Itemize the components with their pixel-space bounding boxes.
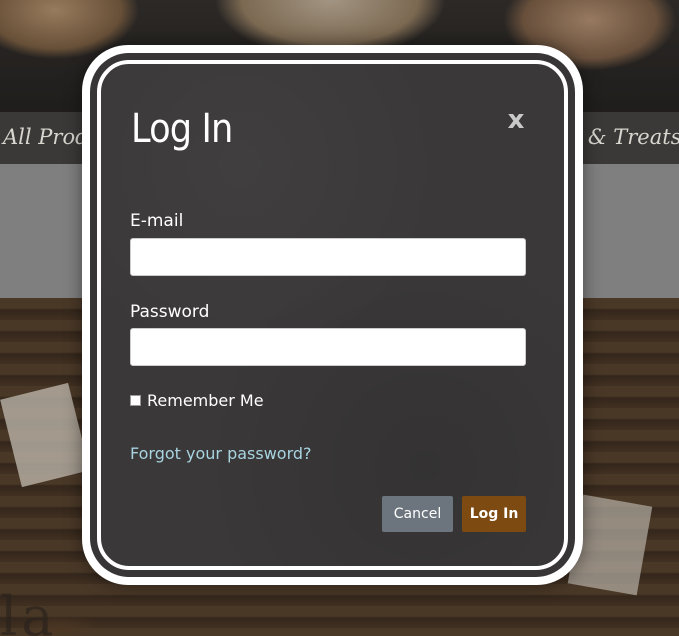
password-label: Password	[130, 302, 210, 322]
photo-lettering: la	[0, 585, 58, 636]
login-button[interactable]: Log In	[462, 496, 526, 532]
remember-me-checkbox[interactable]	[130, 395, 141, 406]
login-modal: Log In x E-mail Password Remember Me For…	[82, 45, 583, 585]
remember-me[interactable]: Remember Me	[130, 391, 264, 410]
close-icon: x	[507, 105, 525, 135]
close-button[interactable]: x	[504, 106, 528, 134]
email-label: E-mail	[130, 211, 184, 231]
email-field[interactable]	[130, 238, 526, 276]
modal-title: Log In	[131, 106, 233, 152]
forgot-password-link[interactable]: Forgot your password?	[130, 444, 312, 463]
cancel-button[interactable]: Cancel	[382, 496, 453, 532]
page: All Produc ts & Treats la Log In x E-mai…	[0, 0, 679, 636]
modal-body: Log In x E-mail Password Remember Me For…	[97, 60, 568, 570]
modal-frame: Log In x E-mail Password Remember Me For…	[90, 53, 575, 577]
remember-me-label: Remember Me	[147, 391, 264, 410]
password-field[interactable]	[130, 328, 526, 366]
